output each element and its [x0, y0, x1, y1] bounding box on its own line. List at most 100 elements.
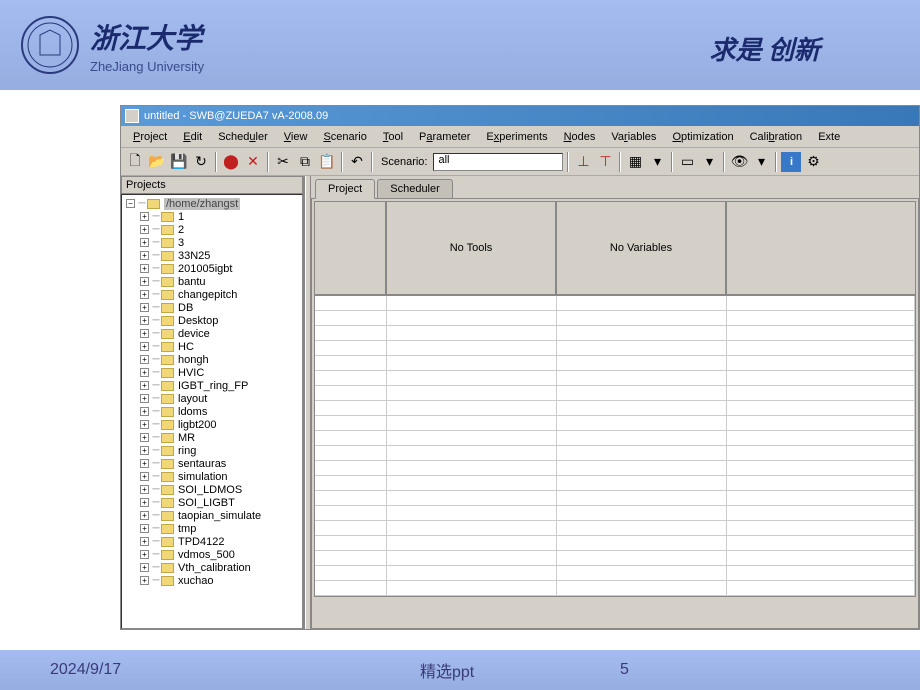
- tree-item[interactable]: +─33N25: [124, 249, 300, 262]
- tree-root[interactable]: − ─ /home/zhangst: [124, 197, 300, 210]
- cut-icon[interactable]: ✂: [273, 152, 293, 172]
- tree-item[interactable]: +─ldoms: [124, 405, 300, 418]
- grid-row[interactable]: [315, 491, 915, 506]
- projects-tree[interactable]: − ─ /home/zhangst +─1+─2+─3+─33N25+─2010…: [121, 194, 303, 629]
- tree-item[interactable]: +─bantu: [124, 275, 300, 288]
- tree-item[interactable]: +─simulation: [124, 470, 300, 483]
- stop-icon[interactable]: ⬤: [221, 152, 241, 172]
- grid-row[interactable]: [315, 401, 915, 416]
- menu-edit[interactable]: Edit: [175, 129, 210, 145]
- expand-icon[interactable]: +: [140, 355, 149, 364]
- tree-item[interactable]: +─DB: [124, 301, 300, 314]
- grid-row[interactable]: [315, 296, 915, 311]
- expand-icon[interactable]: +: [140, 472, 149, 481]
- tree-item[interactable]: +─device: [124, 327, 300, 340]
- grid-body[interactable]: [314, 295, 916, 597]
- expand-icon[interactable]: +: [140, 407, 149, 416]
- tree-item[interactable]: +─hongh: [124, 353, 300, 366]
- tree-item[interactable]: +─changepitch: [124, 288, 300, 301]
- tree-item[interactable]: +─tmp: [124, 522, 300, 535]
- grid-row[interactable]: [315, 566, 915, 581]
- grid-row[interactable]: [315, 356, 915, 371]
- info-icon[interactable]: i: [781, 152, 801, 172]
- tree2-icon[interactable]: ⊤: [595, 152, 615, 172]
- open-icon[interactable]: 📂: [147, 152, 167, 172]
- tree-item[interactable]: +─Vth_calibration: [124, 561, 300, 574]
- expand-icon[interactable]: +: [140, 251, 149, 260]
- expand-icon[interactable]: +: [140, 329, 149, 338]
- expand-icon[interactable]: +: [140, 550, 149, 559]
- refresh-icon[interactable]: ↻: [191, 152, 211, 172]
- expand-icon[interactable]: +: [140, 316, 149, 325]
- tree-item[interactable]: +─SOI_LIGBT: [124, 496, 300, 509]
- tree-item[interactable]: +─3: [124, 236, 300, 249]
- expand-icon[interactable]: +: [140, 212, 149, 221]
- expand-icon[interactable]: +: [140, 342, 149, 351]
- expand-icon[interactable]: +: [140, 576, 149, 585]
- grid-row[interactable]: [315, 386, 915, 401]
- undo-icon[interactable]: ↶: [347, 152, 367, 172]
- expand-icon[interactable]: +: [140, 238, 149, 247]
- expand-icon[interactable]: +: [140, 264, 149, 273]
- expand-icon[interactable]: +: [140, 433, 149, 442]
- grid-row[interactable]: [315, 416, 915, 431]
- grid-row[interactable]: [315, 581, 915, 596]
- tree-item[interactable]: +─Desktop: [124, 314, 300, 327]
- expand-icon[interactable]: +: [140, 225, 149, 234]
- dropdown3-icon[interactable]: ▾: [751, 152, 771, 172]
- tree-icon[interactable]: ⊥: [573, 152, 593, 172]
- expand-icon[interactable]: +: [140, 290, 149, 299]
- view-icon[interactable]: ▭: [677, 152, 697, 172]
- menu-ext[interactable]: Exte: [810, 129, 848, 145]
- grid-row[interactable]: [315, 536, 915, 551]
- tree-item[interactable]: +─2: [124, 223, 300, 236]
- tree-item[interactable]: +─ring: [124, 444, 300, 457]
- expand-icon[interactable]: +: [140, 511, 149, 520]
- grid-row[interactable]: [315, 371, 915, 386]
- tree-item[interactable]: +─xuchao: [124, 574, 300, 587]
- menu-variables[interactable]: Variables: [603, 129, 664, 145]
- grid-row[interactable]: [315, 476, 915, 491]
- grid-row[interactable]: [315, 506, 915, 521]
- tree-item[interactable]: +─TPD4122: [124, 535, 300, 548]
- menu-parameter[interactable]: Parameter: [411, 129, 478, 145]
- grid-row[interactable]: [315, 551, 915, 566]
- tree-item[interactable]: +─IGBT_ring_FP: [124, 379, 300, 392]
- tab-project[interactable]: Project: [315, 179, 375, 199]
- tree-item[interactable]: +─HC: [124, 340, 300, 353]
- copy-icon[interactable]: ⧉: [295, 152, 315, 172]
- expand-icon[interactable]: +: [140, 459, 149, 468]
- tree-item[interactable]: +─MR: [124, 431, 300, 444]
- tree-item[interactable]: +─sentauras: [124, 457, 300, 470]
- tree-item[interactable]: +─ligbt200: [124, 418, 300, 431]
- tree-item[interactable]: +─SOI_LDMOS: [124, 483, 300, 496]
- tree-item[interactable]: +─layout: [124, 392, 300, 405]
- tree-root-label[interactable]: /home/zhangst: [164, 198, 240, 210]
- expand-icon[interactable]: +: [140, 485, 149, 494]
- grid-row[interactable]: [315, 431, 915, 446]
- paste-icon[interactable]: 📋: [317, 152, 337, 172]
- menu-view[interactable]: View: [276, 129, 316, 145]
- tree-item[interactable]: +─taopian_simulate: [124, 509, 300, 522]
- grid-row[interactable]: [315, 326, 915, 341]
- expand-icon[interactable]: +: [140, 277, 149, 286]
- tree-item[interactable]: +─HVIC: [124, 366, 300, 379]
- expand-icon[interactable]: +: [140, 537, 149, 546]
- dropdown2-icon[interactable]: ▾: [699, 152, 719, 172]
- menu-scenario[interactable]: Scenario: [315, 129, 374, 145]
- expand-icon[interactable]: +: [140, 446, 149, 455]
- save-icon[interactable]: 💾: [169, 152, 189, 172]
- expand-icon[interactable]: +: [140, 420, 149, 429]
- grid-row[interactable]: [315, 461, 915, 476]
- grid-icon[interactable]: ▦: [625, 152, 645, 172]
- grid-row[interactable]: [315, 521, 915, 536]
- tree-item[interactable]: +─201005igbt: [124, 262, 300, 275]
- menu-scheduler[interactable]: Scheduler: [210, 129, 276, 145]
- menu-experiments[interactable]: Experiments: [478, 129, 555, 145]
- tree-item[interactable]: +─1: [124, 210, 300, 223]
- scenario-select[interactable]: all: [433, 153, 563, 171]
- title-bar[interactable]: untitled - SWB@ZUEDA7 vA-2008.09: [121, 106, 919, 126]
- new-icon[interactable]: 🗋: [125, 152, 145, 172]
- expand-icon[interactable]: +: [140, 498, 149, 507]
- expand-icon[interactable]: +: [140, 303, 149, 312]
